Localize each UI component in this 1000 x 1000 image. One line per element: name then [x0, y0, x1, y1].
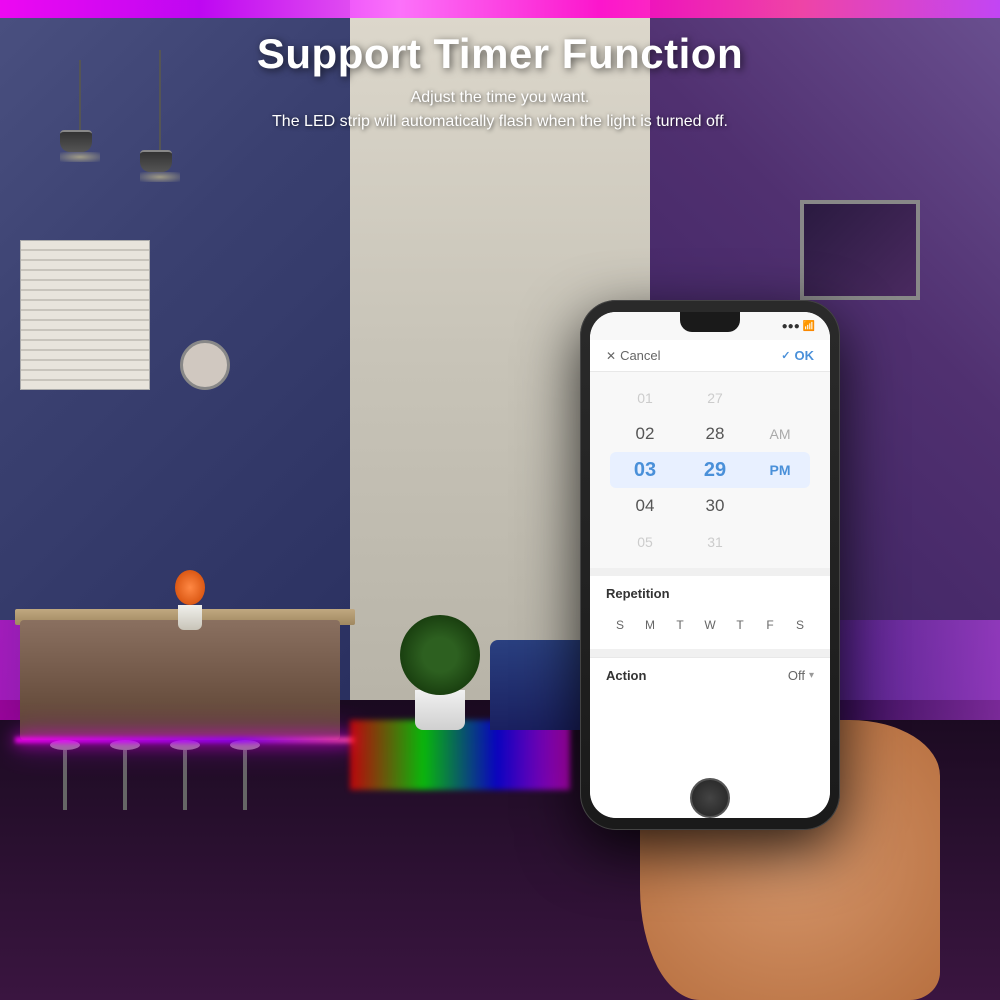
- day-friday[interactable]: F: [756, 611, 784, 639]
- section-divider-1: [590, 568, 830, 576]
- check-icon: ✓: [781, 349, 790, 362]
- ok-label: OK: [795, 348, 815, 363]
- action-value-text: Off: [788, 668, 805, 683]
- hour-04: 04: [610, 488, 680, 524]
- day-saturday[interactable]: S: [786, 611, 814, 639]
- cancel-label: Cancel: [620, 348, 660, 363]
- min-30: 30: [680, 488, 750, 524]
- chevron-down-icon: ▾: [809, 670, 814, 681]
- min-28: 28: [680, 416, 750, 452]
- ampm-column[interactable]: AM PM: [750, 380, 810, 560]
- repetition-title: Repetition: [606, 586, 814, 601]
- day-monday[interactable]: M: [636, 611, 664, 639]
- app-header: ✕ Cancel ✓ OK: [590, 340, 830, 372]
- screen-content: ●●● 📶 ✕ Cancel ✓ OK: [590, 312, 830, 818]
- rgb-strip-counter: [15, 737, 355, 743]
- cancel-x-icon: ✕: [606, 349, 616, 363]
- subtitle-line1: Adjust the time you want.: [411, 89, 590, 106]
- plant: [400, 610, 480, 730]
- wall-picture: [800, 200, 920, 300]
- am-option: AM: [750, 416, 810, 452]
- min-31: 31: [680, 524, 750, 560]
- day-wednesday[interactable]: W: [696, 611, 724, 639]
- picker-columns: 01 02 03 04 05 27 28 29 30 31: [590, 372, 830, 568]
- phone-home-button[interactable]: [690, 778, 730, 818]
- rgb-floor-rug: [350, 720, 570, 790]
- repetition-section: Repetition S M T W T F S: [590, 576, 830, 649]
- phone-notch: [680, 312, 740, 332]
- day-sunday[interactable]: S: [606, 611, 634, 639]
- ok-button[interactable]: ✓ OK: [781, 348, 814, 363]
- action-value-row[interactable]: Off ▾: [788, 668, 814, 683]
- phone-screen: ●●● 📶 ✕ Cancel ✓ OK: [590, 312, 830, 818]
- vase-body: [178, 605, 202, 630]
- subtitle: Adjust the time you want. The LED strip …: [0, 86, 1000, 134]
- day-tuesday[interactable]: T: [666, 611, 694, 639]
- counter-area: [20, 620, 340, 740]
- min-29-selected: 29: [680, 452, 750, 488]
- minutes-column[interactable]: 27 28 29 30 31: [680, 380, 750, 560]
- day-thursday[interactable]: T: [726, 611, 754, 639]
- window-blind: [20, 240, 150, 390]
- status-bar-icons: ●●● 📶: [782, 321, 815, 332]
- hours-column[interactable]: 01 02 03 04 05: [610, 380, 680, 560]
- section-divider-2: [590, 649, 830, 657]
- cancel-button[interactable]: ✕ Cancel: [606, 348, 661, 363]
- ampm-spacer-1: [750, 380, 810, 416]
- hour-01: 01: [610, 380, 680, 416]
- min-27: 27: [680, 380, 750, 416]
- wall-clock: [180, 340, 230, 390]
- flower-vase: [175, 570, 205, 605]
- subtitle-line2: The LED strip will automatically flash w…: [272, 113, 728, 130]
- pm-option-selected: PM: [750, 452, 810, 488]
- action-section: Action Off ▾: [590, 657, 830, 693]
- hour-03-selected: 03: [610, 452, 680, 488]
- phone-device: ●●● 📶 ✕ Cancel ✓ OK: [580, 300, 840, 830]
- hour-02: 02: [610, 416, 680, 452]
- ampm-spacer-2: [750, 488, 810, 524]
- main-title: Support Timer Function: [0, 30, 1000, 78]
- time-picker[interactable]: 01 02 03 04 05 27 28 29 30 31: [590, 372, 830, 568]
- action-label: Action: [606, 668, 646, 683]
- phone-wrapper: ●●● 📶 ✕ Cancel ✓ OK: [560, 300, 900, 1000]
- ceiling-rgb-strip: [0, 0, 1000, 18]
- header-area: Support Timer Function Adjust the time y…: [0, 30, 1000, 134]
- hour-05: 05: [610, 524, 680, 560]
- ampm-spacer-3: [750, 524, 810, 560]
- days-row: S M T W T F S: [606, 611, 814, 639]
